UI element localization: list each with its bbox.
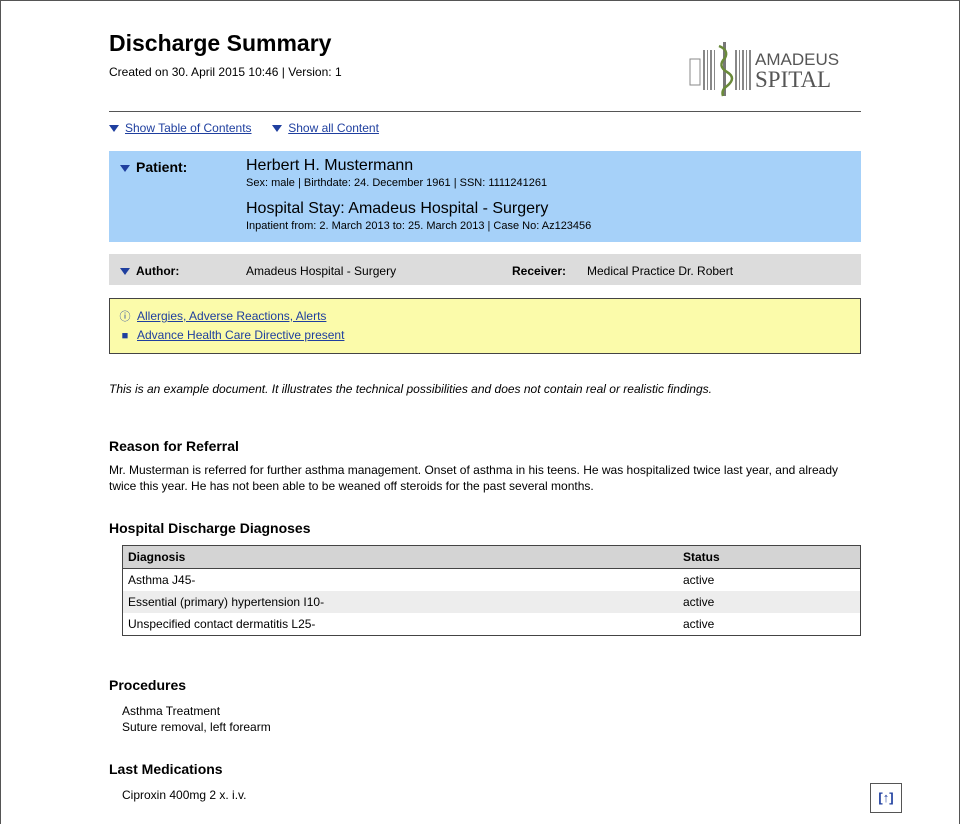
document-icon: ■ (121, 330, 129, 342)
allergies-link[interactable]: Allergies, Adverse Reactions, Alerts (137, 309, 326, 323)
status-cell: active (683, 573, 715, 587)
info-icon: ⓘ (119, 311, 131, 323)
referral-text: Mr. Musterman is referred for further as… (109, 463, 838, 493)
hospital-stay: Hospital Stay: Amadeus Hospital - Surger… (246, 200, 549, 217)
alerts-row: ⓘ Allergies, Adverse Reactions, Alerts (119, 308, 327, 324)
show-all-link[interactable]: Show all Content (288, 121, 379, 135)
author-toggle[interactable]: Author: (120, 264, 179, 278)
author-value: Amadeus Hospital - Surgery (246, 264, 397, 278)
section-title-diagnoses: Hospital Discharge Diagnoses (109, 520, 311, 536)
status-cell: active (678, 591, 861, 613)
directive-row: ■ Advance Health Care Directive present (119, 328, 345, 342)
chevron-down-icon (109, 125, 119, 133)
section-title-referral: Reason for Referral (109, 438, 239, 454)
page-title: Discharge Summary (109, 30, 332, 56)
chevron-down-icon (120, 164, 130, 172)
patient-details: Sex: male | Birthdate: 24. December 1961… (246, 177, 548, 189)
directive-link[interactable]: Advance Health Care Directive present (137, 328, 344, 342)
hospital-logo: AMADEUS SPITAL (689, 36, 859, 98)
stay-details: Inpatient from: 2. March 2013 to: 25. Ma… (246, 220, 592, 232)
show-toc-link[interactable]: Show Table of Contents (125, 121, 252, 135)
receiver-label: Receiver: (512, 264, 567, 278)
patient-label: Patient: (136, 159, 188, 175)
example-note: This is an example document. It illustra… (109, 382, 712, 396)
patient-toggle[interactable]: Patient: (120, 159, 187, 175)
table-row: Essential (primary) hypertension I10- ac… (122, 591, 861, 613)
logo-text-bottom: SPITAL (755, 67, 831, 92)
toc-bar: Show Table of Contents Show all Content (109, 121, 379, 135)
status-cell: active (683, 617, 715, 631)
back-to-top-button[interactable]: [↑] (870, 783, 902, 813)
author-label: Author: (136, 264, 180, 278)
section-title-medications: Last Medications (109, 761, 223, 777)
diagnosis-cell: Asthma J45- (128, 573, 196, 587)
table-row: Asthma J45- active (123, 569, 861, 592)
diagnoses-table: Diagnosis Status Asthma J45- active Esse… (122, 545, 861, 636)
header-divider (109, 111, 861, 112)
list-item: Suture removal, left forearm (122, 720, 271, 734)
patient-panel: Patient: Herbert H. Mustermann Sex: male… (109, 151, 861, 242)
chevron-down-icon (272, 125, 283, 133)
table-row: Unspecified contact dermatitis L25- acti… (123, 613, 861, 636)
col-header-diagnosis: Diagnosis (122, 545, 678, 569)
table-header-row: Diagnosis Status (122, 545, 861, 569)
list-item: Ciproxin 400mg 2 x. i.v. (122, 788, 247, 802)
alerts-box: ⓘ Allergies, Adverse Reactions, Alerts ■ A… (109, 298, 861, 354)
diagnosis-cell: Essential (primary) hypertension I10- (122, 591, 678, 613)
patient-name: Herbert H. Mustermann (246, 157, 414, 174)
col-header-status: Status (678, 545, 861, 569)
section-title-procedures: Procedures (109, 677, 187, 693)
receiver-value: Medical Practice Dr. Robert (587, 264, 734, 278)
list-item: Asthma Treatment (122, 704, 221, 718)
chevron-down-icon (120, 268, 130, 276)
procedures-list: Asthma Treatment Suture removal, left fo… (122, 703, 271, 735)
author-panel: Author: Amadeus Hospital - Surgery Recei… (109, 254, 861, 285)
created-info: Created on 30. April 2015 10:46 | Versio… (109, 65, 342, 79)
medications-list: Ciproxin 400mg 2 x. i.v. (122, 787, 247, 803)
diagnosis-cell: Unspecified contact dermatitis L25- (128, 617, 316, 631)
